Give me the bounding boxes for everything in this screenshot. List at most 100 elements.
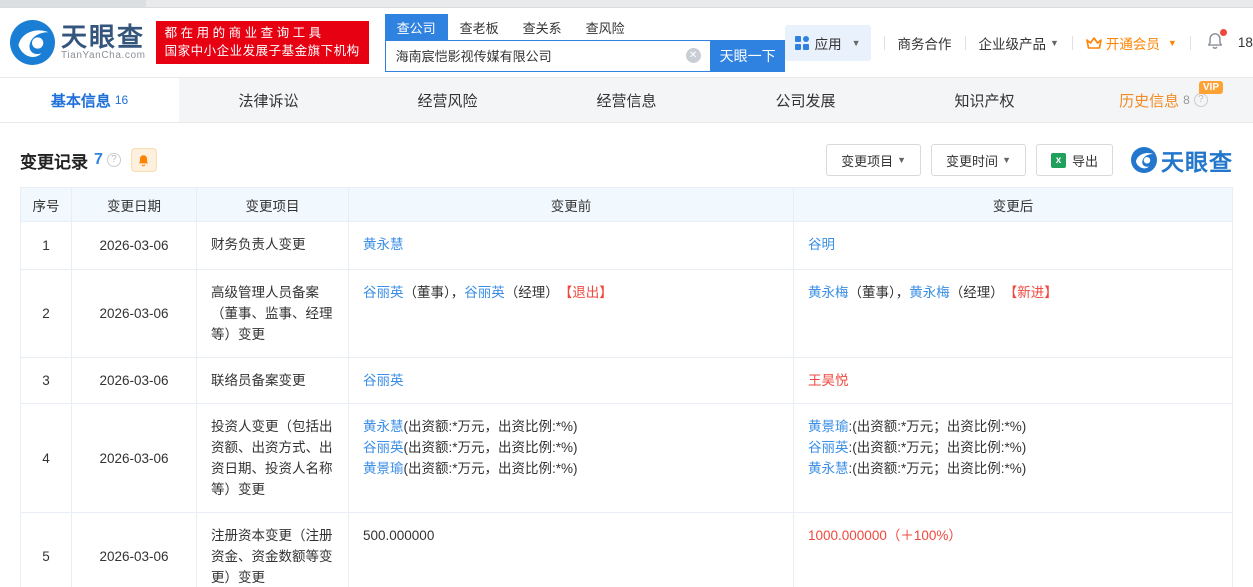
monitor-bell-button[interactable] (131, 148, 157, 172)
cell-change-date: 2026-03-06 (72, 222, 197, 270)
user-phone: 186*... (1238, 35, 1253, 50)
tianyancha-watermark: 天眼查 (1131, 143, 1233, 177)
search-button[interactable]: 天眼一下 (711, 40, 785, 72)
tianyancha-logo-icon (1131, 147, 1157, 173)
divider (1072, 36, 1073, 50)
change-status-text: 1000.000000（＋100%） (808, 528, 962, 543)
section-count: 7 (94, 151, 103, 169)
cell-after: 黄永梅（董事），黄永梅（经理） 【新进】 (794, 270, 1233, 358)
main-content: 变更记录 7 ? 变更项目 ▼ 变更时间 ▼ x 导出 (0, 143, 1253, 587)
apps-label: 应用 (815, 33, 842, 53)
cell-after: 黄景瑜:(出资额:*万元；出资比例:*%)谷丽英:(出资额:*万元；出资比例:*… (794, 404, 1233, 513)
cell-text: （经理） (950, 285, 1011, 300)
cell-line: 谷丽英(出资额:*万元，出资比例:*%) (363, 437, 779, 458)
promo-line1: 都在用的商业查询工具 (165, 25, 360, 43)
search-input[interactable] (386, 48, 710, 63)
person-link[interactable]: 谷丽英 (363, 373, 404, 388)
divider (884, 36, 885, 50)
cell-text: :(出资额:*万元；出资比例:*%) (849, 419, 1027, 434)
filter-change-item-button[interactable]: 变更项目 ▼ (826, 144, 921, 176)
watermark-brand: 天眼查 (1161, 143, 1233, 177)
cell-change-item: 财务负责人变更 (197, 222, 349, 270)
site-header: 天眼查 TianYanCha.com 都在用的商业查询工具 国家中小企业发展子基… (0, 8, 1253, 77)
clear-search-icon[interactable]: ✕ (686, 48, 701, 63)
person-link[interactable]: 谷丽英 (363, 440, 404, 455)
vip-badge: VIP (1199, 81, 1223, 94)
person-link[interactable]: 黄景瑜 (808, 419, 849, 434)
help-icon[interactable]: ? (1194, 93, 1208, 107)
tab-operating-risk[interactable]: 经营风险 (358, 78, 537, 122)
tab-basic-info[interactable]: 基本信息 16 (0, 78, 179, 122)
cell-change-item: 注册资本变更（注册资金、资金数额等变更）变更 (197, 513, 349, 587)
table-row: 52026-03-06注册资本变更（注册资金、资金数额等变更）变更500.000… (21, 513, 1233, 587)
cell-line: 黄永慧:(出资额:*万元；出资比例:*%) (808, 458, 1218, 479)
crown-icon (1086, 36, 1102, 50)
cell-line: 谷明 (808, 234, 1218, 255)
cell-before: 黄永慧(出资额:*万元，出资比例:*%)谷丽英(出资额:*万元，出资比例:*%)… (349, 404, 794, 513)
chevron-down-icon: ▼ (852, 38, 861, 48)
promo-line2: 国家中小企业发展子基金旗下机构 (165, 43, 360, 61)
person-link[interactable]: 谷丽英 (808, 440, 849, 455)
cell-text: 500.000000 (363, 528, 434, 543)
search-tab-risk[interactable]: 查风险 (574, 14, 637, 40)
company-tabbar: 基本信息 16 法律诉讼 经营风险 经营信息 公司发展 知识产权 VIP 历史信… (0, 77, 1253, 123)
tab-count: 8 (1183, 93, 1190, 107)
search-tab-relation[interactable]: 查关系 (511, 14, 574, 40)
table-row: 32026-03-06联络员备案变更谷丽英王昊悦 (21, 358, 1233, 404)
user-account-menu[interactable]: 186*... ▼ (1238, 35, 1253, 50)
filter-change-time-button[interactable]: 变更时间 ▼ (931, 144, 1026, 176)
nav-open-vip[interactable]: 开通会员 ▼ (1086, 33, 1177, 53)
table-row: 42026-03-06投资人变更（包括出资额、出资方式、出资日期、投资人名称等）… (21, 404, 1233, 513)
help-icon[interactable]: ? (107, 153, 121, 167)
change-status-text: 【新进】 (1011, 285, 1058, 300)
cell-no: 1 (21, 222, 72, 270)
cell-text: （董事）， (849, 285, 910, 300)
tab-count: 16 (115, 93, 128, 107)
logo-domain: TianYanCha.com (61, 50, 146, 61)
nav-business-cooperation[interactable]: 商务合作 (898, 33, 952, 53)
search-tab-boss[interactable]: 查老板 (448, 14, 511, 40)
notifications-button[interactable] (1206, 32, 1224, 53)
bell-icon (137, 154, 150, 167)
col-header-after: 变更后 (794, 188, 1233, 222)
export-button[interactable]: x 导出 (1036, 144, 1113, 176)
cell-line: 黄永慧 (363, 234, 779, 255)
search-module: 查公司 查老板 查关系 查风险 ✕ 天眼一下 (385, 14, 785, 72)
cell-line: 谷丽英（董事），谷丽英（经理） 【退出】 (363, 282, 779, 303)
chevron-down-icon: ▼ (1168, 38, 1177, 48)
apps-menu-button[interactable]: 应用 ▼ (785, 25, 871, 61)
tab-company-development[interactable]: 公司发展 (716, 78, 895, 122)
cell-after: 1000.000000（＋100%） (794, 513, 1233, 587)
nav-enterprise-products[interactable]: 企业级产品 ▼ (979, 33, 1059, 53)
tab-history-info[interactable]: VIP 历史信息 8 ? (1074, 78, 1253, 122)
person-link[interactable]: 黄景瑜 (363, 461, 404, 476)
person-link[interactable]: 黄永慧 (363, 419, 404, 434)
cell-before: 谷丽英 (349, 358, 794, 404)
logo-brand: 天眼查 (61, 24, 146, 50)
cell-text: (出资额:*万元，出资比例:*%) (404, 440, 578, 455)
person-link[interactable]: 谷丽英 (464, 285, 505, 300)
chevron-down-icon: ▼ (897, 155, 906, 165)
person-link[interactable]: 谷明 (808, 237, 835, 252)
change-status-text: 王昊悦 (808, 373, 849, 388)
cell-no: 4 (21, 404, 72, 513)
person-link[interactable]: 黄永慧 (808, 461, 849, 476)
divider (965, 36, 966, 50)
excel-icon: x (1051, 153, 1066, 168)
cell-text: :(出资额:*万元；出资比例:*%) (849, 440, 1027, 455)
person-link[interactable]: 谷丽英 (363, 285, 404, 300)
search-tab-company[interactable]: 查公司 (385, 14, 448, 40)
promo-banner: 都在用的商业查询工具 国家中小企业发展子基金旗下机构 (156, 21, 369, 64)
table-row: 22026-03-06高级管理人员备案（董事、监事、经理等）变更谷丽英（董事），… (21, 270, 1233, 358)
person-link[interactable]: 黄永梅 (909, 285, 950, 300)
tab-intellectual-property[interactable]: 知识产权 (895, 78, 1074, 122)
person-link[interactable]: 黄永慧 (363, 237, 404, 252)
divider (1190, 36, 1191, 50)
cell-text: :(出资额:*万元；出资比例:*%) (849, 461, 1027, 476)
tab-legal-proceedings[interactable]: 法律诉讼 (179, 78, 358, 122)
tianyancha-logo[interactable]: 天眼查 TianYanCha.com (10, 20, 146, 65)
tab-operating-info[interactable]: 经营信息 (537, 78, 716, 122)
col-header-item: 变更项目 (197, 188, 349, 222)
cell-after: 谷明 (794, 222, 1233, 270)
person-link[interactable]: 黄永梅 (808, 285, 849, 300)
